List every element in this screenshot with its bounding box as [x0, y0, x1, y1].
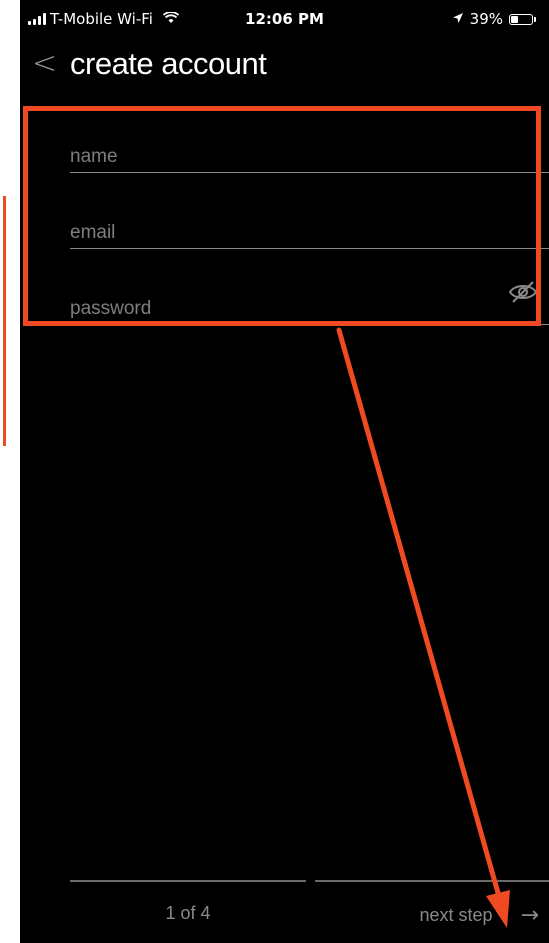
footer-divider-right	[315, 880, 549, 882]
email-input[interactable]	[70, 222, 490, 244]
name-field	[70, 132, 549, 173]
password-input[interactable]	[70, 298, 490, 320]
battery-icon	[509, 13, 536, 25]
eye-off-icon[interactable]	[507, 278, 539, 306]
step-indicator: 1 of 4	[165, 903, 211, 923]
next-step-label: next step	[419, 904, 493, 925]
back-button[interactable]: <	[32, 44, 62, 84]
email-field	[70, 208, 549, 249]
password-field	[70, 281, 549, 325]
next-step-button[interactable]: next step →	[315, 896, 549, 934]
name-input[interactable]	[70, 146, 490, 168]
location-arrow-icon	[452, 10, 464, 28]
footer-divider-left	[70, 880, 306, 882]
status-right: 39%	[452, 10, 536, 28]
battery-percent: 39%	[469, 10, 503, 28]
page-title: create account	[70, 46, 267, 81]
app-screen: T-Mobile Wi-Fi 12:06 PM 39% < create acc…	[20, 0, 549, 943]
annotation-side-marker	[0, 196, 6, 446]
arrow-right-icon: →	[520, 902, 539, 928]
status-bar: T-Mobile Wi-Fi 12:06 PM 39%	[20, 0, 549, 40]
